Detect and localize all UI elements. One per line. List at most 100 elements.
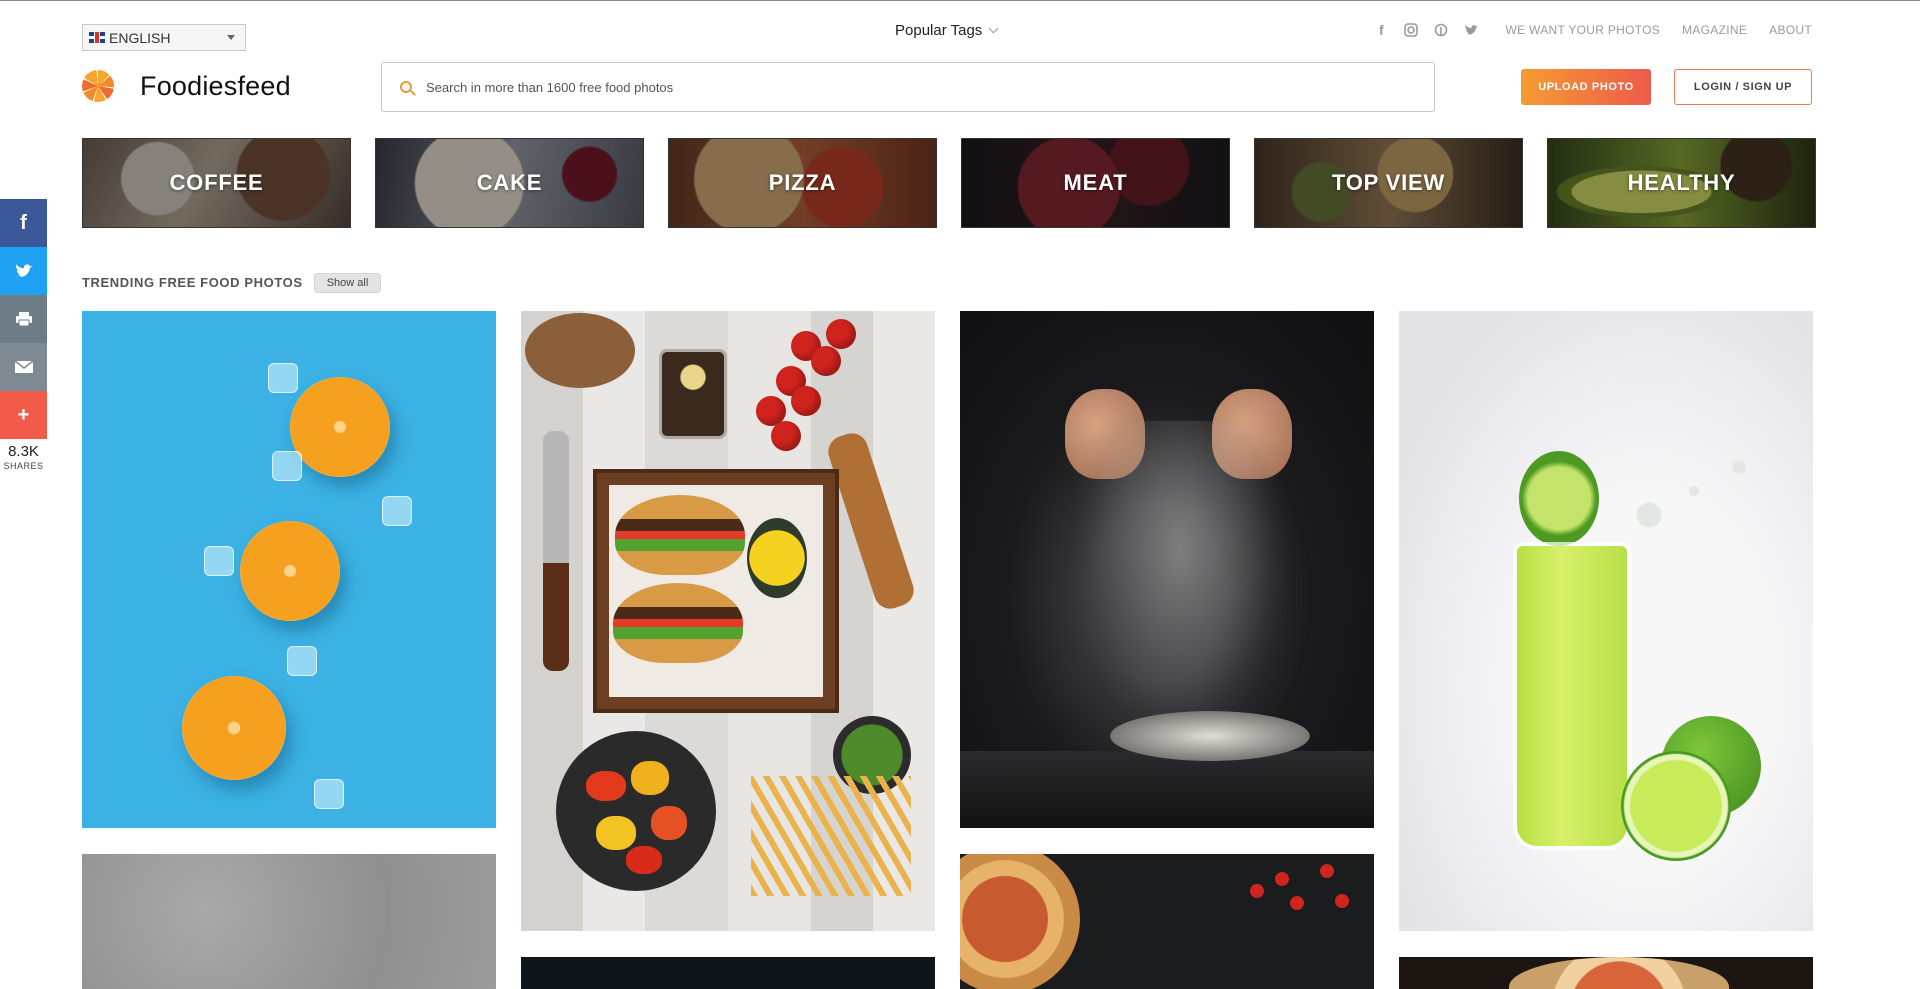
flour-dust	[1070, 421, 1290, 741]
cherry-tomato	[1290, 896, 1304, 910]
category-label: HEALTHY	[1627, 170, 1736, 195]
share-label: SHARES	[3, 461, 44, 471]
photo-oranges-on-blue[interactable]	[82, 311, 496, 828]
facebook-icon[interactable]: f	[1373, 22, 1389, 38]
burger-board	[593, 469, 839, 713]
photo-lime-juice[interactable]	[1399, 311, 1813, 931]
pizza	[960, 854, 1080, 989]
pepper	[596, 816, 636, 850]
burger	[613, 583, 743, 663]
knife	[543, 431, 569, 671]
pepper-pan	[556, 731, 716, 891]
category-label: PIZZA	[768, 170, 837, 195]
nav-about[interactable]: ABOUT	[1769, 23, 1812, 37]
pizza	[1509, 957, 1729, 989]
chevron-down-icon	[988, 23, 999, 34]
show-all-button[interactable]: Show all	[314, 273, 381, 293]
uk-flag-icon	[89, 32, 105, 43]
trending-title: TRENDING FREE FOOD PHOTOS	[82, 275, 303, 290]
print-icon	[15, 312, 32, 327]
ice-cube	[287, 646, 317, 676]
ice-cube	[314, 779, 344, 809]
social-links: f	[1373, 22, 1479, 38]
cherry-tomato	[811, 346, 841, 376]
photo-pizza-dark-table[interactable]	[960, 854, 1374, 989]
category-label: COFFEE	[169, 170, 264, 195]
garlic-bowl	[525, 313, 635, 388]
share-print-button[interactable]	[0, 295, 47, 343]
share-facebook-button[interactable]: f	[0, 199, 47, 247]
share-email-button[interactable]	[0, 343, 47, 391]
pepper	[586, 771, 626, 801]
brand-name: Foodiesfeed	[140, 70, 291, 101]
category-coffee[interactable]: COFFEE	[82, 138, 351, 228]
popular-tags-label: Popular Tags	[895, 22, 983, 39]
category-label: TOP VIEW	[1331, 170, 1446, 195]
cherry-tomato	[771, 421, 801, 451]
photo-pizza-top[interactable]	[1399, 957, 1813, 989]
search-input[interactable]	[426, 79, 1326, 95]
twitter-icon[interactable]	[1463, 22, 1479, 38]
pinterest-icon[interactable]	[1433, 22, 1449, 38]
category-label: CAKE	[476, 170, 543, 195]
share-twitter-button[interactable]	[0, 247, 47, 295]
plus-icon: +	[17, 403, 30, 426]
ice-cube	[272, 451, 302, 481]
share-count: 8.3K	[8, 443, 39, 460]
top-nav: f WE WANT YOUR PHOTOS MAGAZINE ABOUT	[1373, 22, 1812, 38]
search-icon	[400, 81, 412, 93]
category-healthy[interactable]: HEALTHY	[1547, 138, 1816, 228]
french-fries	[751, 776, 911, 896]
cherry-tomato	[791, 386, 821, 416]
login-signup-button[interactable]: LOGIN / SIGN UP	[1674, 69, 1812, 105]
nav-magazine[interactable]: MAGAZINE	[1682, 23, 1747, 37]
cherry-tomato	[826, 319, 856, 349]
cherry-tomato	[1250, 884, 1264, 898]
category-meat[interactable]: MEAT	[961, 138, 1230, 228]
ice-cube	[204, 546, 234, 576]
category-tiles: COFFEE CAKE PIZZA MEAT TOP VIEW HEALTHY	[82, 138, 1816, 228]
popular-tags-menu[interactable]: Popular Tags	[895, 22, 999, 39]
photo-grey-stone[interactable]	[82, 854, 496, 989]
cherry-tomato	[1320, 864, 1334, 878]
category-pizza[interactable]: PIZZA	[668, 138, 937, 228]
instagram-icon[interactable]	[1403, 22, 1419, 38]
photo-burgers-top-view[interactable]	[521, 311, 935, 931]
upload-photo-button[interactable]: UPLOAD PHOTO	[1521, 69, 1651, 105]
pepper	[631, 761, 669, 795]
cherry-tomato	[1275, 872, 1289, 886]
cola-glass	[659, 349, 727, 439]
lime-half	[1621, 751, 1731, 861]
juice-splash	[1619, 431, 1769, 551]
photo-dark-bowl[interactable]	[521, 957, 935, 989]
email-icon	[14, 360, 33, 373]
nav-we-want-your-photos[interactable]: WE WANT YOUR PHOTOS	[1505, 23, 1660, 37]
photo-flour-hands[interactable]	[960, 311, 1374, 828]
orange-slice	[240, 521, 340, 621]
share-rail: f + 8.3K SHARES	[0, 199, 47, 471]
category-label: MEAT	[1063, 170, 1128, 195]
top-border	[0, 0, 1920, 1]
flour-pile	[1110, 711, 1310, 761]
twitter-icon	[15, 263, 32, 277]
category-top-view[interactable]: TOP VIEW	[1254, 138, 1523, 228]
burger	[615, 495, 745, 575]
pepper	[626, 846, 662, 874]
ice-cube	[382, 496, 412, 526]
brand-logo[interactable]: Foodiesfeed	[82, 70, 291, 102]
language-label: ENGLISH	[109, 29, 171, 46]
lime-wedge	[1519, 451, 1599, 546]
orange-slice-logo-icon	[82, 70, 114, 102]
juice-glass	[1517, 546, 1627, 846]
share-more-button[interactable]: +	[0, 391, 47, 439]
cherry-tomato	[1335, 894, 1349, 908]
table	[960, 751, 1374, 828]
caret-down-icon	[227, 35, 235, 40]
pepper	[651, 806, 687, 840]
facebook-icon: f	[20, 211, 27, 234]
corn-bowl	[747, 518, 807, 598]
category-cake[interactable]: CAKE	[375, 138, 644, 228]
search-bar[interactable]	[381, 62, 1435, 112]
orange-slice	[290, 377, 390, 477]
language-select[interactable]: ENGLISH	[82, 24, 246, 51]
